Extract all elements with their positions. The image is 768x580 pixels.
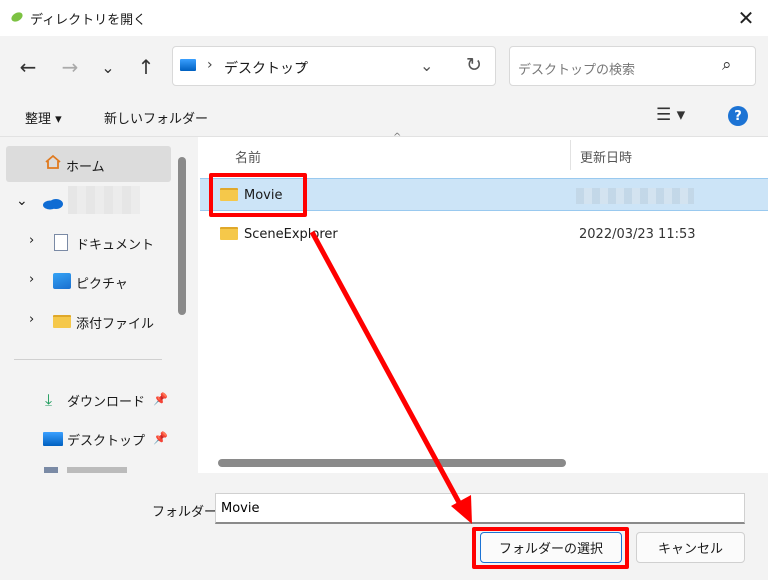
column-separator[interactable]	[570, 140, 571, 170]
search-placeholder[interactable]: デスクトップの検索	[518, 59, 635, 78]
download-icon: ⤓	[45, 390, 53, 409]
document-icon	[54, 234, 68, 251]
column-header-modified[interactable]: 更新日時	[580, 147, 632, 166]
breadcrumb-desktop[interactable]: デスクトップ	[224, 58, 308, 78]
column-header-name[interactable]: 名前	[235, 147, 261, 166]
sidebar-divider	[14, 359, 162, 360]
redacted-account-name	[68, 186, 140, 214]
refresh-button[interactable]: ↻	[466, 54, 482, 76]
horizontal-scrollbar[interactable]	[218, 459, 566, 467]
redacted-date	[576, 188, 694, 204]
sidebar-item-pictures[interactable]: ピクチャ	[76, 273, 128, 292]
up-button[interactable]: ↑	[129, 50, 163, 84]
sidebar-scrollbar[interactable]	[178, 157, 186, 315]
new-folder-button[interactable]: 新しいフォルダー	[104, 108, 208, 127]
file-modified-date: 2022/03/23 11:53	[579, 227, 696, 242]
desktop-icon	[43, 432, 63, 446]
search-icon[interactable]: ⌕	[722, 55, 732, 75]
onedrive-icon	[43, 199, 63, 210]
expand-chevron-icon[interactable]: ›	[29, 272, 34, 287]
pin-icon: 📌	[153, 392, 168, 406]
close-button[interactable]: ✕	[728, 2, 764, 34]
annotation-highlight-movie	[209, 173, 307, 217]
expand-chevron-icon[interactable]: ›	[29, 312, 34, 327]
back-button[interactable]: ←	[11, 50, 45, 84]
folder-icon	[220, 227, 238, 240]
app-icon	[11, 12, 23, 22]
window-title: ディレクトリを開く	[30, 13, 147, 28]
address-dropdown-icon[interactable]: ⌄	[420, 56, 433, 75]
file-name[interactable]: SceneExplorer	[244, 227, 338, 242]
folder-label: フォルダー:	[152, 505, 222, 520]
address-bar[interactable]	[172, 46, 496, 86]
folder-name-input[interactable]	[215, 493, 745, 524]
bottom-panel	[0, 473, 768, 580]
breadcrumb-chevron-icon[interactable]: ›	[207, 57, 213, 73]
pictures-icon	[53, 273, 71, 289]
expand-chevron-icon[interactable]: ›	[29, 233, 34, 248]
recent-locations-button[interactable]: ⌄	[91, 50, 125, 84]
sidebar-item-downloads[interactable]: ダウンロード	[67, 391, 145, 410]
sidebar-item-desktop[interactable]: デスクトップ	[67, 430, 145, 449]
sidebar-item-label[interactable]: ホーム	[66, 156, 105, 175]
organize-menu-button[interactable]: 整理 ▾	[25, 108, 62, 127]
cancel-button[interactable]: キャンセル	[636, 532, 745, 563]
home-icon	[45, 154, 61, 169]
help-button[interactable]: ?	[728, 106, 748, 126]
collapse-chevron-icon[interactable]: ⌄	[16, 193, 28, 209]
sidebar-item-attachments[interactable]: 添付ファイル	[76, 313, 154, 332]
breadcrumb-chevron-icon[interactable]: ›	[300, 57, 306, 73]
pin-icon: 📌	[153, 431, 168, 445]
desktop-icon	[180, 59, 196, 71]
annotation-highlight-select-button	[472, 527, 629, 569]
folder-icon	[53, 315, 71, 328]
forward-button[interactable]: →	[53, 50, 87, 84]
sidebar-item-documents[interactable]: ドキュメント	[76, 234, 154, 253]
sort-indicator-icon: ^	[393, 132, 402, 143]
view-options-button[interactable]: ☰ ▾	[656, 105, 685, 125]
